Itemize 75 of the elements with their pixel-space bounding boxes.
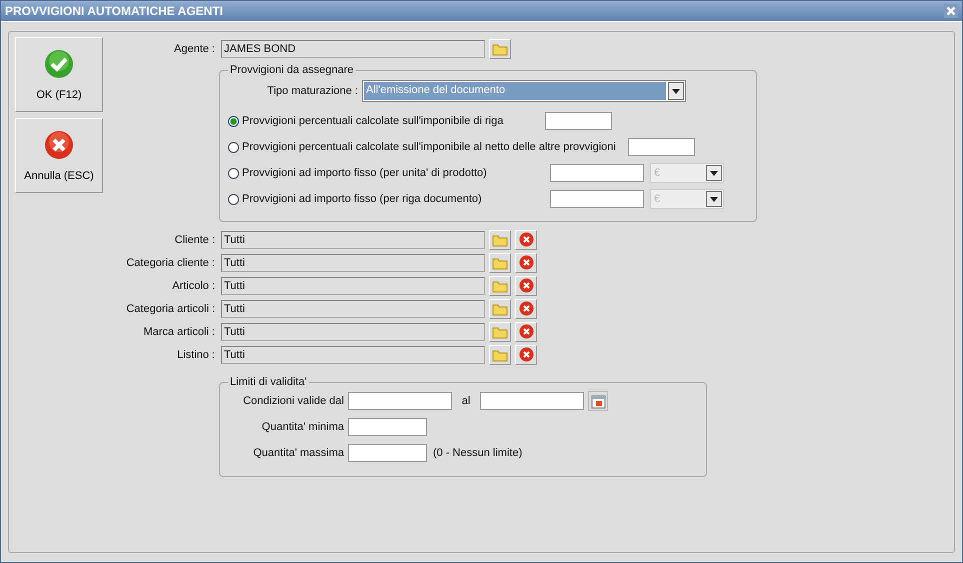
caret-icon (710, 196, 718, 202)
cross-icon (518, 232, 534, 247)
browse-button[interactable] (489, 252, 511, 272)
option-label[interactable]: Provvigioni percentuali calcolate sull'imponibile di riga (242, 115, 504, 127)
caret-icon (710, 170, 718, 176)
filter-field[interactable]: Tutti (221, 300, 485, 318)
option-label[interactable]: Provvigioni ad importo fisso (per unita' di prodotto) (242, 167, 487, 179)
folder-icon (492, 324, 508, 338)
folder-icon (492, 42, 508, 56)
filter-field[interactable]: Tutti (221, 322, 485, 340)
browse-button[interactable] (489, 230, 511, 250)
field-label: Marca articoli : (142, 326, 216, 338)
field-label: Categoria cliente : (125, 256, 216, 268)
filter-field[interactable]: Tutti (221, 346, 485, 364)
cross-icon (518, 301, 534, 316)
clear-button[interactable] (515, 322, 537, 342)
cancel-button[interactable]: Annulla (ESC) (15, 118, 103, 193)
cross-icon (518, 347, 534, 362)
group-title: Provvigioni da assegnare (229, 64, 355, 76)
field-label: Quantita' minima (260, 421, 344, 433)
folder-icon (492, 302, 508, 316)
radio-button[interactable] (228, 168, 239, 178)
date-field[interactable] (348, 392, 452, 410)
percent-field[interactable] (545, 112, 612, 130)
amount-field[interactable] (550, 164, 644, 182)
quantity-field[interactable] (348, 418, 427, 436)
calendar-button[interactable] (588, 391, 608, 411)
folder-icon (492, 232, 508, 246)
browse-button[interactable] (489, 344, 511, 364)
quantity-field[interactable] (348, 444, 427, 462)
hint-text: (0 - Nessun limite) (433, 447, 522, 459)
ok-button[interactable]: OK (F12) (15, 37, 103, 112)
radio-button[interactable] (228, 142, 239, 152)
clear-button[interactable] (515, 252, 537, 272)
caret-icon (672, 88, 680, 94)
date-field[interactable] (480, 392, 584, 410)
agent-field[interactable]: JAMES BOND (221, 40, 485, 58)
option-label[interactable]: Provvigioni ad importo fisso (per riga documento) (242, 193, 482, 205)
close-icon[interactable] (944, 4, 958, 18)
clear-button[interactable] (515, 230, 537, 250)
browse-button[interactable] (489, 298, 511, 318)
field-label: Quantita' massima (252, 447, 344, 459)
folder-icon (492, 278, 508, 292)
check-icon (44, 48, 74, 78)
clear-button[interactable] (515, 344, 537, 364)
amount-field[interactable] (550, 190, 644, 208)
filter-field[interactable]: Tutti (221, 276, 485, 294)
cross-icon (518, 324, 534, 339)
field-label: Categoria articoli : (125, 302, 216, 314)
folder-icon (492, 348, 508, 362)
percent-field[interactable] (628, 138, 695, 156)
cross-icon (44, 130, 74, 160)
option-label[interactable]: Provvigioni percentuali calcolate sull'imponibile al netto delle altre provvigioni (242, 141, 616, 153)
browse-button[interactable] (489, 38, 511, 58)
calendar-icon (590, 394, 606, 408)
field-label: Listino : (176, 348, 216, 360)
clear-button[interactable] (515, 298, 537, 318)
cross-icon (518, 255, 534, 270)
field-label: Condizioni valide dal (242, 395, 344, 407)
radio-button[interactable] (228, 116, 239, 126)
field-label: Cliente : (174, 234, 216, 246)
field-label: Tipo maturazione : (266, 85, 359, 97)
radio-button[interactable] (228, 194, 239, 204)
field-label: Agente : (173, 42, 216, 54)
filter-field[interactable]: Tutti (221, 230, 485, 248)
window-title: PROVVIGIONI AUTOMATICHE AGENTI (5, 4, 224, 18)
clear-button[interactable] (515, 276, 537, 296)
field-label: al (460, 395, 472, 407)
folder-icon (492, 256, 508, 270)
group-title: Limiti di validita' (229, 376, 308, 388)
browse-button[interactable] (489, 276, 511, 296)
cross-icon (518, 278, 534, 293)
filter-field[interactable]: Tutti (221, 254, 485, 272)
browse-button[interactable] (489, 322, 511, 342)
field-label: Articolo : (171, 280, 216, 292)
